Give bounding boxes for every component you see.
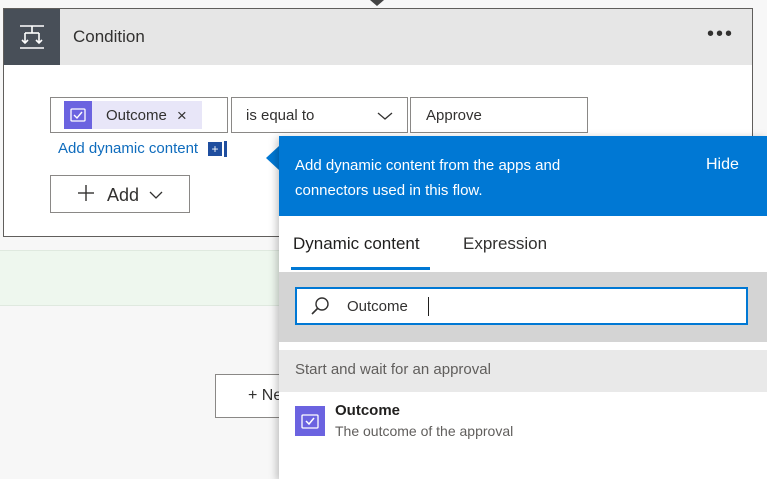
right-operand-value: Approve: [426, 107, 482, 124]
section-header[interactable]: Start and wait for an approval: [279, 350, 767, 392]
condition-title: Condition: [73, 27, 145, 46]
search-input[interactable]: Outcome: [295, 287, 748, 325]
popup-pointer: [266, 146, 279, 170]
left-operand-field[interactable]: Outcome ×: [50, 97, 228, 133]
add-button[interactable]: Add: [50, 175, 190, 213]
result-description: The outcome of the approval: [335, 423, 514, 439]
chevron-down-icon: [377, 108, 393, 126]
chevron-down-icon: [149, 187, 163, 205]
outcome-token[interactable]: Outcome ×: [64, 101, 202, 129]
operator-value: is equal to: [246, 107, 315, 124]
approval-icon: [295, 406, 325, 436]
operator-dropdown[interactable]: is equal to: [231, 97, 408, 133]
connector-arrow: [370, 0, 384, 6]
ellipsis-icon[interactable]: •••: [707, 23, 734, 46]
add-dynamic-content-link[interactable]: Add dynamic content: [58, 140, 198, 157]
plus-icon: [76, 183, 96, 208]
search-icon: [310, 296, 330, 321]
approval-icon: [64, 101, 92, 129]
add-button-label: Add: [107, 185, 140, 205]
right-operand-field[interactable]: Approve: [410, 97, 588, 133]
result-title: Outcome: [335, 402, 401, 419]
tab-expression[interactable]: Expression: [463, 234, 547, 254]
text-caret: [428, 297, 429, 316]
token-label: Outcome: [106, 106, 167, 124]
panel-banner: Add dynamic content from the apps and co…: [279, 136, 767, 216]
add-dynamic-indicator: [224, 141, 227, 157]
close-icon[interactable]: ×: [177, 107, 187, 124]
list-item[interactable]: Outcome The outcome of the approval: [279, 392, 767, 452]
condition-icon: [4, 9, 60, 65]
tab-dynamic-content[interactable]: Dynamic content: [293, 234, 420, 254]
section-title: Start and wait for an approval: [295, 361, 491, 378]
condition-header[interactable]: Condition •••: [4, 9, 752, 65]
search-value: Outcome: [347, 298, 408, 315]
active-tab-indicator: [291, 267, 430, 270]
add-dynamic-plus-icon[interactable]: +: [208, 142, 222, 156]
hide-button[interactable]: Hide: [706, 156, 739, 174]
dynamic-content-panel: Add dynamic content from the apps and co…: [279, 136, 767, 479]
banner-text: Add dynamic content from the apps and co…: [295, 157, 561, 199]
